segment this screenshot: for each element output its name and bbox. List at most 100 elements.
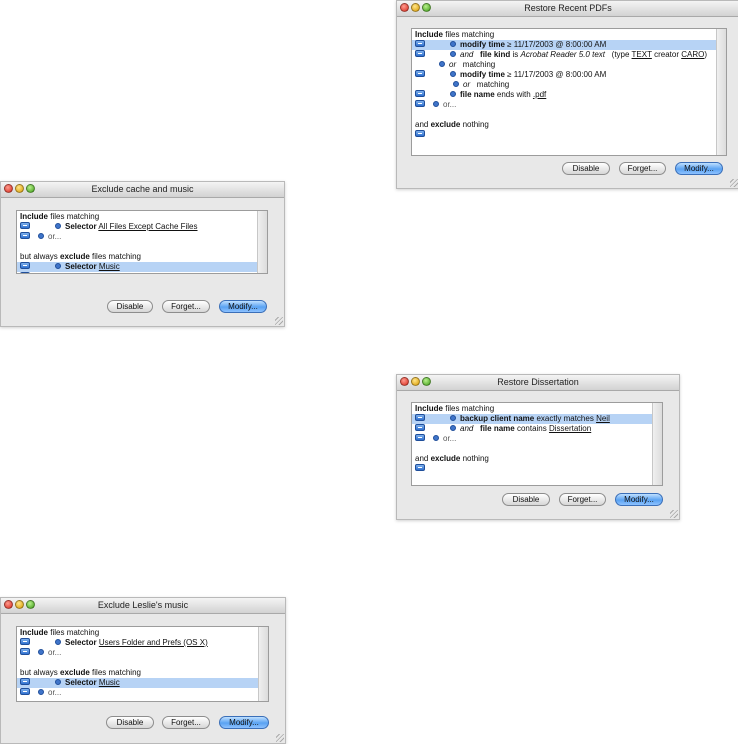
rules-list[interactable]: Include files matching modify time ≥ 11/… <box>411 28 727 156</box>
remove-rule-icon[interactable] <box>38 232 44 239</box>
list-item[interactable]: Selector Users Folder and Prefs (OS X) <box>17 638 258 648</box>
list-item-selected[interactable]: backup client name exactly matches Neil <box>412 414 652 424</box>
remove-rule-icon[interactable] <box>38 688 44 695</box>
disable-button[interactable]: Disable <box>107 300 153 313</box>
list-item-selected[interactable]: Selector Music <box>17 678 258 688</box>
scrollbar[interactable] <box>258 627 268 701</box>
list-item[interactable]: or... <box>17 648 258 658</box>
selector-value[interactable]: Music <box>99 678 120 687</box>
scrollbar[interactable] <box>257 211 267 273</box>
add-rule-icon[interactable] <box>415 464 425 472</box>
scrollbar[interactable] <box>652 403 662 485</box>
title-bar[interactable]: Exclude Leslie's music <box>1 598 285 614</box>
list-item[interactable]: modify time ≥ 11/17/2003 @ 8:00:00 AM <box>412 70 716 80</box>
rules-list[interactable]: Include files matching Selector Users Fo… <box>16 626 269 702</box>
rules-list[interactable]: Include files matching Selector All File… <box>16 210 268 274</box>
remove-rule-icon[interactable] <box>433 100 439 107</box>
window-title: Exclude cache and music <box>91 184 194 194</box>
modify-button[interactable]: Modify... <box>615 493 663 506</box>
remove-rule-icon[interactable] <box>38 648 44 655</box>
forget-button[interactable]: Forget... <box>162 716 210 729</box>
list-item[interactable]: or... <box>17 688 258 698</box>
title-bar[interactable]: Exclude cache and music <box>1 182 284 198</box>
remove-rule-icon[interactable] <box>450 70 456 77</box>
add-rule-icon[interactable] <box>20 232 30 240</box>
add-rule-icon[interactable] <box>415 40 425 48</box>
forget-button[interactable]: Forget... <box>619 162 666 175</box>
modify-button[interactable]: Modify... <box>219 716 269 729</box>
add-rule-icon[interactable] <box>415 100 425 108</box>
window-title: Exclude Leslie's music <box>97 600 189 610</box>
list-item[interactable]: or matching <box>412 60 716 70</box>
window-exclude-cache-music: Exclude cache and music Include files ma… <box>0 181 285 327</box>
window-title: Restore Dissertation <box>497 377 579 387</box>
remove-rule-icon[interactable] <box>55 638 61 645</box>
list-item[interactable]: Selector All Files Except Cache Files <box>17 222 257 232</box>
add-rule-icon[interactable] <box>415 414 425 422</box>
add-rule-icon[interactable] <box>20 688 30 696</box>
add-rule-icon[interactable] <box>20 678 30 686</box>
disable-button[interactable]: Disable <box>106 716 154 729</box>
list-item[interactable]: or... <box>412 434 652 444</box>
list-item[interactable] <box>412 130 716 140</box>
rules-list[interactable]: Include files matching backup client nam… <box>411 402 663 486</box>
list-item-selected[interactable]: modify time ≥ 11/17/2003 @ 8:00:00 AM <box>412 40 716 50</box>
list-item: but always exclude files matching <box>20 252 141 261</box>
resize-grip-icon[interactable] <box>275 317 283 325</box>
window-title: Restore Recent PDFs <box>524 3 612 13</box>
list-item[interactable]: file name ends with .pdf <box>412 90 716 100</box>
remove-rule-icon[interactable] <box>55 262 61 269</box>
list-item[interactable] <box>412 464 652 474</box>
add-rule-icon[interactable] <box>20 262 30 270</box>
add-rule-icon[interactable] <box>20 638 30 646</box>
resize-grip-icon[interactable] <box>276 734 284 742</box>
disable-button[interactable]: Disable <box>562 162 610 175</box>
window-exclude-leslies-music: Exclude Leslie's music Include files mat… <box>0 597 286 744</box>
list-item[interactable]: or... <box>412 100 716 110</box>
add-rule-icon[interactable] <box>415 90 425 98</box>
list-item: Include files matching <box>20 212 100 221</box>
remove-rule-icon[interactable] <box>38 272 44 273</box>
add-rule-icon[interactable] <box>415 130 425 138</box>
forget-button[interactable]: Forget... <box>559 493 606 506</box>
remove-rule-icon[interactable] <box>450 40 456 47</box>
selector-value[interactable]: Users Folder and Prefs (OS X) <box>99 638 208 647</box>
remove-rule-icon[interactable] <box>450 90 456 97</box>
add-rule-icon[interactable] <box>415 70 425 78</box>
scrollbar[interactable] <box>716 29 726 155</box>
remove-rule-icon[interactable] <box>439 60 445 67</box>
remove-rule-icon[interactable] <box>55 678 61 685</box>
remove-rule-icon[interactable] <box>433 434 439 441</box>
add-rule-icon[interactable] <box>20 648 30 656</box>
add-rule-icon[interactable] <box>20 272 30 273</box>
title-bar[interactable]: Restore Dissertation <box>397 375 679 391</box>
selector-value[interactable]: All Files Except Cache Files <box>98 222 197 231</box>
window-restore-recent-pdfs: Restore Recent PDFs Include files matchi… <box>396 0 738 189</box>
list-item[interactable]: or... <box>17 232 257 242</box>
add-rule-icon[interactable] <box>415 434 425 442</box>
resize-grip-icon[interactable] <box>670 510 678 518</box>
add-rule-icon[interactable] <box>415 424 425 432</box>
modify-button[interactable]: Modify... <box>219 300 267 313</box>
modify-button[interactable]: Modify... <box>675 162 723 175</box>
remove-rule-icon[interactable] <box>55 222 61 229</box>
forget-button[interactable]: Forget... <box>162 300 210 313</box>
list-item[interactable]: or... <box>17 272 257 273</box>
resize-grip-icon[interactable] <box>730 179 738 187</box>
remove-rule-icon[interactable] <box>453 80 459 87</box>
add-rule-icon[interactable] <box>415 50 425 58</box>
list-item-selected[interactable]: Selector Music <box>17 262 257 272</box>
selector-value[interactable]: Music <box>99 262 120 271</box>
remove-rule-icon[interactable] <box>450 414 456 421</box>
list-item[interactable]: and file name contains Dissertation <box>412 424 652 434</box>
add-rule-icon[interactable] <box>20 222 30 230</box>
remove-rule-icon[interactable] <box>450 424 456 431</box>
window-restore-dissertation: Restore Dissertation Include files match… <box>396 374 680 520</box>
list-item: and exclude nothing <box>415 120 489 129</box>
disable-button[interactable]: Disable <box>502 493 550 506</box>
list-item[interactable]: and file kind is Acrobat Reader 5.0 text… <box>412 50 716 60</box>
list-item: Include files matching <box>20 628 100 637</box>
list-item[interactable]: or matching <box>412 80 716 90</box>
remove-rule-icon[interactable] <box>450 50 456 57</box>
title-bar[interactable]: Restore Recent PDFs <box>397 1 738 17</box>
